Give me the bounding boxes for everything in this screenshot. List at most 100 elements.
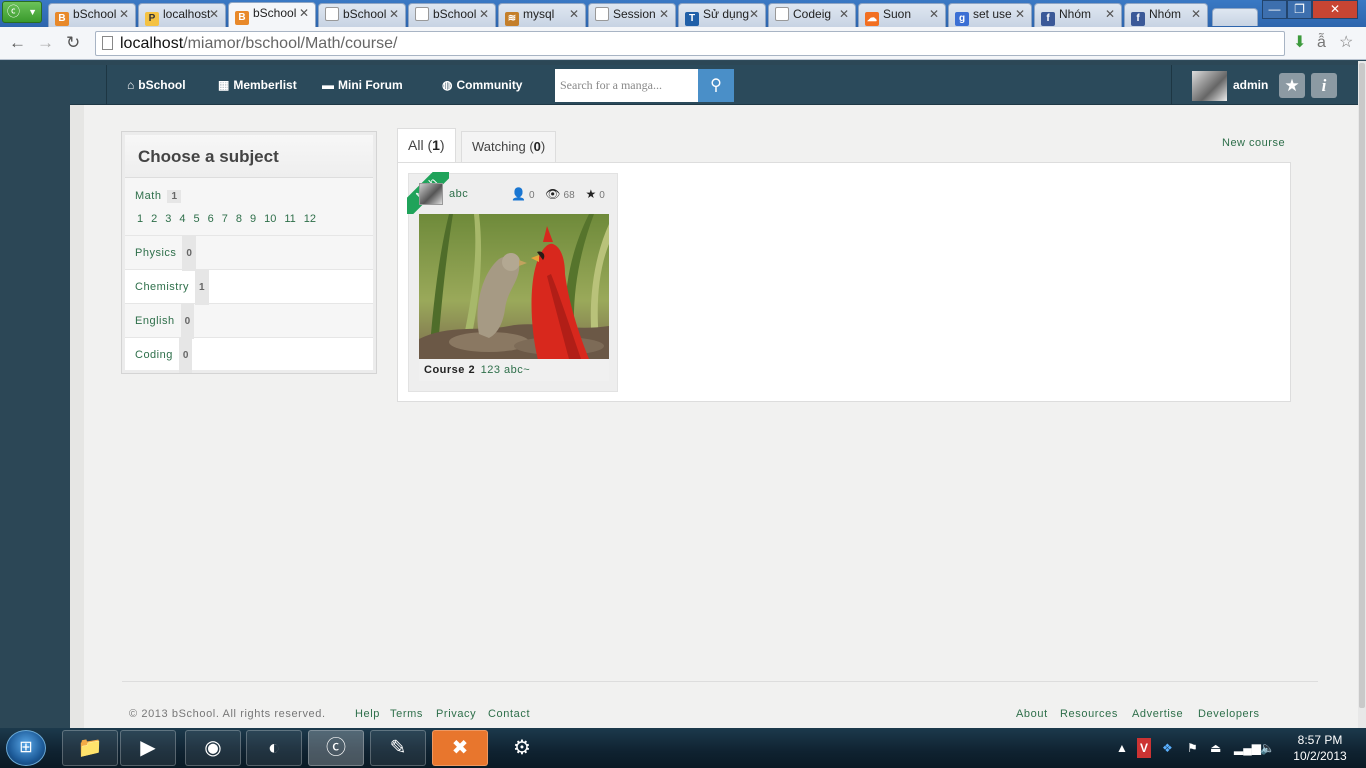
network-signal-icon[interactable]: ▂▄▆ <box>1234 738 1261 758</box>
system-clock[interactable]: 8:57 PM 10/2/2013 <box>1280 732 1360 764</box>
restore-button[interactable]: ❐ <box>1287 0 1312 19</box>
scrollbar-thumb[interactable] <box>1359 63 1365 708</box>
close-icon[interactable]: ✕ <box>209 4 219 25</box>
close-icon[interactable]: ✕ <box>659 4 669 25</box>
dropbox-tray-icon[interactable]: ❖ <box>1162 738 1173 758</box>
footer-link-developers[interactable]: Developers <box>1198 708 1260 720</box>
safely-remove-tray-icon[interactable]: ⏏ <box>1210 738 1221 758</box>
user-avatar[interactable] <box>1192 71 1227 101</box>
course-caption[interactable]: Course 2 123 abc~ <box>419 359 609 381</box>
subject-link[interactable]: Math <box>135 190 161 202</box>
footer-link-terms[interactable]: Terms <box>390 708 423 720</box>
browser-tab[interactable]: f Nhóm ✕ <box>1124 3 1208 27</box>
reload-icon[interactable]: ↻ <box>66 33 80 53</box>
info-icon[interactable]: i <box>1311 73 1337 98</box>
antivirus-tray-icon[interactable]: V <box>1137 738 1152 758</box>
nav-home-link[interactable]: ⌂ bSchool <box>127 65 186 105</box>
settings-gear-icon[interactable]: ⚙ <box>494 730 550 766</box>
grade-link[interactable]: 12 <box>304 213 316 225</box>
nav-memberlist-link[interactable]: ▦ Memberlist <box>218 65 297 105</box>
close-window-button[interactable]: ✕ <box>1312 0 1358 19</box>
search-input[interactable]: Search for a manga... <box>555 69 698 102</box>
browser-tab[interactable]: Plocalhost ✕ <box>138 3 226 27</box>
grade-link[interactable]: 7 <box>222 213 228 225</box>
grade-link[interactable]: 3 <box>165 213 171 225</box>
start-button[interactable]: ⊞ <box>6 730 46 766</box>
close-icon[interactable]: ✕ <box>569 4 579 25</box>
close-icon[interactable]: ✕ <box>749 4 759 25</box>
grade-link[interactable]: 1 <box>137 213 143 225</box>
browser-menu-button[interactable]: ⓒ ▼ <box>2 1 42 23</box>
xampp-icon[interactable]: ✖ <box>432 730 488 766</box>
browser-tab[interactable]: ≋ mysql ✕ <box>498 3 586 27</box>
notifications-star-icon[interactable]: ★ <box>1279 73 1305 98</box>
footer-link-resources[interactable]: Resources <box>1060 708 1118 720</box>
close-icon[interactable]: ✕ <box>479 4 489 25</box>
course-title[interactable]: Course 2 <box>424 364 475 376</box>
tab-all[interactable]: All (1) <box>397 128 456 164</box>
grade-link[interactable]: 11 <box>284 213 295 225</box>
grade-link[interactable]: 6 <box>208 213 214 225</box>
translate-icon[interactable]: ẫ <box>1317 33 1326 53</box>
explorer-icon[interactable]: 📁 <box>62 730 118 766</box>
close-icon[interactable]: ✕ <box>839 4 849 25</box>
footer-link-about[interactable]: About <box>1016 708 1048 720</box>
grade-link[interactable]: 4 <box>179 213 185 225</box>
author-link[interactable]: abc <box>449 188 468 200</box>
browser-tab[interactable]: Codeig ✕ <box>768 3 856 27</box>
grade-link[interactable]: 5 <box>194 213 200 225</box>
page-scrollbar[interactable] <box>1358 61 1366 728</box>
close-icon[interactable]: ✕ <box>389 4 399 25</box>
grade-link[interactable]: 10 <box>264 213 276 225</box>
course-thumbnail[interactable] <box>419 214 609 359</box>
close-icon[interactable]: ✕ <box>1015 4 1025 25</box>
new-tab-button[interactable] <box>1212 8 1258 26</box>
flag-tray-icon[interactable]: ⚑ <box>1187 738 1198 758</box>
browser-tab[interactable]: bSchool ✕ <box>318 3 406 27</box>
volume-icon[interactable]: 🔈 <box>1260 738 1275 758</box>
browser-tab[interactable]: Session ✕ <box>588 3 676 27</box>
close-icon[interactable]: ✕ <box>1191 4 1201 25</box>
bookmark-star-icon[interactable]: ☆ <box>1339 33 1353 53</box>
address-bar[interactable]: localhost/miamor/bschool/Math/course/ <box>95 31 1285 56</box>
browser-tab[interactable]: f Nhóm ✕ <box>1034 3 1122 27</box>
browser-tab-active[interactable]: BbSchool ✕ <box>228 2 316 27</box>
close-icon[interactable]: ✕ <box>299 3 309 24</box>
browser-tab[interactable]: bSchool ✕ <box>408 3 496 27</box>
nav-community-link[interactable]: ◍ Community <box>442 65 522 105</box>
close-icon[interactable]: ✕ <box>1105 4 1115 25</box>
subject-link[interactable]: Chemistry <box>135 281 189 293</box>
close-icon[interactable]: ✕ <box>929 4 939 25</box>
notepad-plus-icon[interactable]: ✎ <box>370 730 426 766</box>
close-icon[interactable]: ✕ <box>119 4 129 25</box>
browser-tab[interactable]: g set use ✕ <box>948 3 1032 27</box>
browser-tab[interactable]: BbSchool ✕ <box>48 3 136 27</box>
grade-link[interactable]: 9 <box>250 213 256 225</box>
coc-coc-browser-icon[interactable]: ⓒ <box>308 730 364 766</box>
firefox-icon[interactable]: ◐ <box>246 730 302 766</box>
subject-link[interactable]: English <box>135 315 175 327</box>
footer-link-contact[interactable]: Contact <box>488 708 530 720</box>
media-player-icon[interactable]: ▶ <box>120 730 176 766</box>
footer-link-advertise[interactable]: Advertise <box>1132 708 1183 720</box>
tab-watching[interactable]: Watching (0) <box>461 131 557 163</box>
download-icon[interactable]: ⬇ <box>1293 33 1306 53</box>
tray-expand-icon[interactable]: ▲ <box>1116 738 1128 758</box>
user-name[interactable]: admin <box>1233 65 1268 105</box>
course-card[interactable]: Math abc 👤0 👁68 ★0 <box>407 172 618 392</box>
subject-link[interactable]: Physics <box>135 247 176 259</box>
search-button[interactable]: ⚲ <box>698 69 734 102</box>
new-course-link[interactable]: New course <box>1222 137 1285 149</box>
chrome-icon[interactable]: ◉ <box>185 730 241 766</box>
footer-link-help[interactable]: Help <box>355 708 380 720</box>
grade-link[interactable]: 2 <box>151 213 157 225</box>
footer-link-privacy[interactable]: Privacy <box>436 708 476 720</box>
grade-link[interactable]: 8 <box>236 213 242 225</box>
minimize-button[interactable]: — <box>1262 0 1287 19</box>
author-avatar[interactable] <box>419 183 443 205</box>
forward-arrow-icon[interactable]: → <box>37 33 54 53</box>
browser-tab[interactable]: ☁ Suon ✕ <box>858 3 946 27</box>
browser-tab[interactable]: T Sử dụng ✕ <box>678 3 766 27</box>
subject-link[interactable]: Coding <box>135 349 173 361</box>
nav-mini-forum-link[interactable]: ▬ Mini Forum <box>322 65 403 105</box>
